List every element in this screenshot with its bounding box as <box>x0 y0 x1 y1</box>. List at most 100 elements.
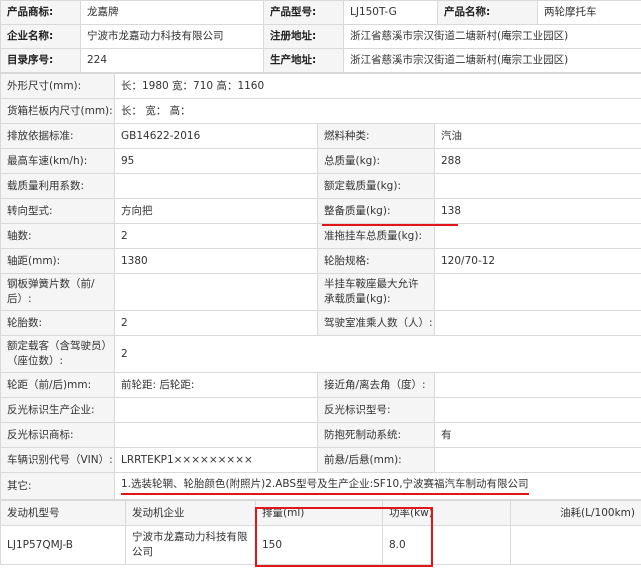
trailer-mass-label: 准拖挂车总质量(kg): <box>317 223 435 249</box>
tire-value: 120/70-12 <box>433 248 641 274</box>
emission-label: 排放依据标准: <box>0 123 115 149</box>
reflector-brand-label: 反光标识商标: <box>0 422 115 448</box>
engine-maker-header: 发动机企业 <box>125 500 256 526</box>
tires-count-value: 2 <box>114 310 318 336</box>
company-label: 企业名称: <box>0 24 81 49</box>
spec-row-track: 轮距（前/后)mm: 前轮距: 后轮距: 接近角/离去角（度）: <box>0 372 641 398</box>
spec-table: 外形尺寸(mm): 长：1980 宽：710 高：1160 货箱栏板内尺寸(mm… <box>0 73 641 500</box>
reflector-brand-value <box>114 422 318 448</box>
reflector-maker-label: 反光标识生产企业: <box>0 397 115 423</box>
company-value: 宁波市龙嘉动力科技有限公司 <box>80 24 264 49</box>
emission-value: GB14622-2016 <box>114 123 318 149</box>
total-mass-value: 288 <box>433 148 641 174</box>
product-brand-value: 龙嘉牌 <box>80 0 264 25</box>
cab-seats-value <box>433 310 641 336</box>
steering-label: 转向型式: <box>0 198 115 224</box>
fuel-consumption-header: 油耗(L/100km) <box>510 500 641 526</box>
product-model-label: 产品型号: <box>263 0 344 25</box>
prod-address-label: 生产地址: <box>263 48 344 73</box>
spec-row-speed: 最高车速(km/h): 95 总质量(kg): 288 <box>0 148 641 174</box>
rated-load-value <box>433 173 641 199</box>
engine-model-header: 发动机型号 <box>0 500 126 526</box>
semi-trailer-value <box>433 273 641 311</box>
fuel-label: 燃料种类: <box>317 123 435 149</box>
axles-label: 轴数: <box>0 223 115 249</box>
rated-load-label: 额定载质量(kg): <box>317 173 435 199</box>
overhang-label: 前悬/后悬(mm): <box>317 447 435 473</box>
product-brand-label: 产品商标: <box>0 0 81 25</box>
prod-address-value: 浙江省慈溪市宗汉街道二塘新村(庵宗工业园区) <box>343 48 641 73</box>
remark-value: 1.选装轮辋、轮胎颜色(附照片)2.ABS型号及生产企业:SF10,宁波赛福汽车… <box>121 477 529 495</box>
spec-row-steering: 转向型式: 方向把 整备质量(kg): 138 <box>0 198 641 224</box>
spec-row-reflector-brand: 反光标识商标: 防抱死制动系统: 有 <box>0 422 641 448</box>
reg-address-value: 浙江省慈溪市宗汉街道二塘新村(庵宗工业园区) <box>343 24 641 49</box>
header-row-catalog: 目录序号: 224 生产地址: 浙江省慈溪市宗汉街道二塘新村(庵宗工业园区) <box>0 48 641 73</box>
vin-label: 车辆识别代号（VIN）: <box>0 447 115 473</box>
fuel-consumption-value <box>510 525 641 565</box>
reflector-model-value <box>433 397 641 423</box>
spec-row-spring: 钢板弹簧片数（前/后）: 半挂车鞍座最大允许承载质量(kg): <box>0 273 641 311</box>
wheelbase-label: 轴距(mm): <box>0 248 115 274</box>
axles-value: 2 <box>114 223 318 249</box>
spring-value <box>114 273 318 311</box>
spec-row-dimensions: 外形尺寸(mm): 长：1980 宽：710 高：1160 <box>0 73 641 99</box>
top-speed-value: 95 <box>114 148 318 174</box>
displacement-power-highlight-box <box>255 507 433 567</box>
dimensions-value: 长：1980 宽：710 高：1160 <box>113 73 641 99</box>
cargo-label: 货箱栏板内尺寸(mm): <box>0 98 115 124</box>
top-speed-label: 最高车速(km/h): <box>0 148 115 174</box>
semi-trailer-label: 半挂车鞍座最大允许承载质量(kg): <box>317 273 435 311</box>
cab-seats-label: 驾驶室准乘人数（人）: <box>317 310 435 336</box>
curb-mass-label: 整备质量(kg): <box>317 198 435 224</box>
approach-label: 接近角/离去角（度）: <box>317 372 435 398</box>
header-row-company: 企业名称: 宁波市龙嘉动力科技有限公司 注册地址: 浙江省慈溪市宗汉街道二塘新村… <box>0 24 641 49</box>
remark-cell: 1.选装轮辋、轮胎颜色(附照片)2.ABS型号及生产企业:SF10,宁波赛福汽车… <box>113 472 641 500</box>
remark-label: 其它: <box>0 472 115 500</box>
abs-value: 有 <box>433 422 641 448</box>
catalog-no-value: 224 <box>80 48 264 73</box>
product-name-label: 产品名称: <box>437 0 538 25</box>
load-util-label: 载质量利用系数: <box>0 173 115 199</box>
spec-row-passengers: 额定载客（含驾驶员）（座位数）: 2 <box>0 335 641 373</box>
load-util-value <box>114 173 318 199</box>
approach-value <box>433 372 641 398</box>
product-name-value: 两轮摩托车 <box>537 0 641 25</box>
dimensions-label: 外形尺寸(mm): <box>0 73 115 99</box>
steering-value: 方向把 <box>114 198 318 224</box>
spec-row-axles: 轴数: 2 准拖挂车总质量(kg): <box>0 223 641 249</box>
spec-row-remark: 其它: 1.选装轮辋、轮胎颜色(附照片)2.ABS型号及生产企业:SF10,宁波… <box>0 472 641 500</box>
overhang-value <box>433 447 641 473</box>
spec-row-tires-count: 轮胎数: 2 驾驶室准乘人数（人）: <box>0 310 641 336</box>
track-value: 前轮距: 后轮距: <box>114 372 318 398</box>
product-model-value: LJ150T-G <box>343 0 438 25</box>
passengers-label: 额定载客（含驾驶员）（座位数）: <box>0 335 115 373</box>
passengers-value: 2 <box>113 335 641 373</box>
trailer-mass-value <box>433 223 641 249</box>
tire-label: 轮胎规格: <box>317 248 435 274</box>
curb-mass-value: 138 <box>433 198 641 224</box>
reflector-model-label: 反光标识型号: <box>317 397 435 423</box>
reg-address-label: 注册地址: <box>263 24 344 49</box>
spring-label: 钢板弹簧片数（前/后）: <box>0 273 115 311</box>
vehicle-header-table: 产品商标: 龙嘉牌 产品型号: LJ150T-G 产品名称: 两轮摩托车 企业名… <box>0 0 641 73</box>
catalog-no-label: 目录序号: <box>0 48 81 73</box>
spec-row-wheelbase: 轴距(mm): 1380 轮胎规格: 120/70-12 <box>0 248 641 274</box>
engine-maker-value: 宁波市龙嘉动力科技有限公司 <box>125 525 256 565</box>
header-row-brand: 产品商标: 龙嘉牌 产品型号: LJ150T-G 产品名称: 两轮摩托车 <box>0 0 641 25</box>
spec-row-cargo: 货箱栏板内尺寸(mm): 长： 宽： 高： <box>0 98 641 124</box>
cargo-value: 长： 宽： 高： <box>113 98 641 124</box>
track-label: 轮距（前/后)mm: <box>0 372 115 398</box>
spec-row-load: 载质量利用系数: 额定载质量(kg): <box>0 173 641 199</box>
fuel-value: 汽油 <box>433 123 641 149</box>
abs-label: 防抱死制动系统: <box>317 422 435 448</box>
total-mass-label: 总质量(kg): <box>317 148 435 174</box>
reflector-maker-value <box>114 397 318 423</box>
tires-count-label: 轮胎数: <box>0 310 115 336</box>
spec-row-reflector-maker: 反光标识生产企业: 反光标识型号: <box>0 397 641 423</box>
spec-row-vin: 车辆识别代号（VIN）: LRRTEKP1××××××××× 前悬/后悬(mm)… <box>0 447 641 473</box>
wheelbase-value: 1380 <box>114 248 318 274</box>
vin-value: LRRTEKP1××××××××× <box>114 447 318 473</box>
curb-mass-underline <box>322 224 458 226</box>
spec-row-emission: 排放依据标准: GB14622-2016 燃料种类: 汽油 <box>0 123 641 149</box>
engine-model-value: LJ1P57QMJ-B <box>0 525 126 565</box>
